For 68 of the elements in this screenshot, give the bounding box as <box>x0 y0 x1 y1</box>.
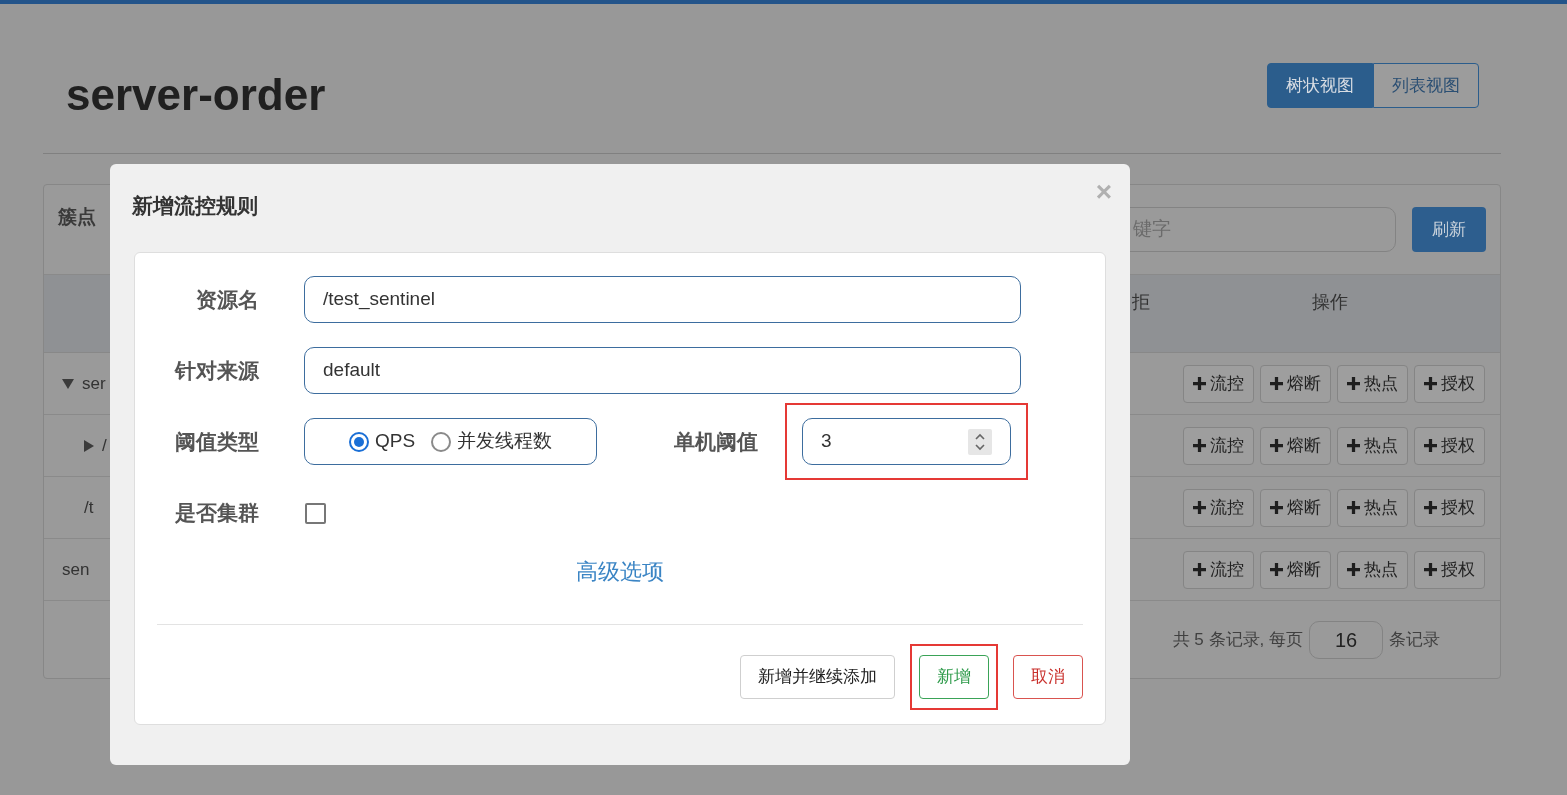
input-field[interactable]: /test_sentinel <box>304 276 1021 323</box>
refresh-button[interactable]: 刷新 <box>1412 207 1486 252</box>
plus-icon <box>1347 501 1360 514</box>
plus-icon <box>1193 377 1206 390</box>
add-rule-button[interactable]: 热点 <box>1337 488 1408 527</box>
resource-name: / <box>102 434 107 457</box>
panel-title: 簇点 <box>58 205 96 229</box>
resource-name: ser <box>82 372 106 395</box>
resource-name: /t <box>84 496 94 519</box>
plus-icon <box>1270 377 1283 390</box>
add-rule-button[interactable]: 热点 <box>1337 426 1408 465</box>
field-label: 针对来源 <box>173 357 259 384</box>
dialog-button[interactable]: 取消 <box>1013 655 1083 699</box>
add-rule-button[interactable]: 熔断 <box>1260 426 1331 465</box>
add-rule-button[interactable]: 流控 <box>1183 488 1254 527</box>
resource-name: sen <box>62 558 90 581</box>
plus-icon <box>1193 563 1206 576</box>
column-header: 操作 <box>1312 291 1348 314</box>
column-header: 拒 <box>1132 291 1150 314</box>
advanced-options-link[interactable]: 高级选项 <box>576 554 664 588</box>
add-rule-button[interactable]: 流控 <box>1183 364 1254 403</box>
add-rule-button[interactable]: 熔断 <box>1260 550 1331 589</box>
plus-icon <box>1193 439 1206 452</box>
spinner-icon[interactable] <box>968 428 992 455</box>
add-rule-button[interactable]: 授权 <box>1414 488 1485 527</box>
input-field[interactable]: default <box>304 347 1021 394</box>
field-value: 3 <box>821 429 832 454</box>
caret-down-icon[interactable] <box>62 378 74 389</box>
plus-icon <box>1424 439 1437 452</box>
field-label: 单机阈值 <box>674 428 758 455</box>
plus-icon <box>1424 377 1437 390</box>
field-label: 阈值类型 <box>174 428 259 455</box>
dialog-title: 新增流控规则 <box>132 193 258 219</box>
radio-option[interactable]: QPS <box>348 427 416 456</box>
checkbox[interactable] <box>305 502 326 524</box>
add-rule-button[interactable]: 授权 <box>1414 364 1485 403</box>
dialog-button[interactable]: 新增 <box>919 655 989 699</box>
plus-icon <box>1424 563 1437 576</box>
plus-icon <box>1347 439 1360 452</box>
view-tab[interactable]: 列表视图 <box>1373 63 1479 108</box>
plus-icon <box>1270 501 1283 514</box>
caret-right-icon[interactable] <box>84 439 94 452</box>
add-rule-button[interactable]: 热点 <box>1337 550 1408 589</box>
add-rule-button[interactable]: 流控 <box>1183 426 1254 465</box>
radio-button[interactable] <box>431 431 452 452</box>
pagination-text: 条记录 <box>1389 629 1440 652</box>
add-rule-button[interactable]: 热点 <box>1337 364 1408 403</box>
plus-icon <box>1347 377 1360 390</box>
page-size-field[interactable]: 16 <box>1309 621 1383 659</box>
number-field[interactable]: 3 <box>802 418 1011 465</box>
view-tab[interactable]: 树状视图 <box>1267 63 1373 108</box>
radio-button[interactable] <box>348 431 369 452</box>
add-rule-button[interactable]: 熔断 <box>1260 364 1331 403</box>
plus-icon <box>1347 563 1360 576</box>
dialog-button[interactable]: 新增并继续添加 <box>740 655 895 699</box>
plus-icon <box>1424 501 1437 514</box>
plus-icon <box>1270 439 1283 452</box>
plus-icon <box>1270 563 1283 576</box>
plus-icon <box>1193 501 1206 514</box>
field-label: 资源名 <box>195 286 259 313</box>
radio-option[interactable]: 并发线程数 <box>431 427 553 456</box>
add-rule-button[interactable]: 授权 <box>1414 550 1485 589</box>
add-rule-button[interactable]: 流控 <box>1183 550 1254 589</box>
pagination-text: 共 5 条记录, 每页 <box>1172 629 1303 652</box>
add-rule-button[interactable]: 授权 <box>1414 426 1485 465</box>
page-title: server-order <box>66 73 326 117</box>
field-label: 是否集群 <box>174 500 259 527</box>
add-rule-button[interactable]: 熔断 <box>1260 488 1331 527</box>
